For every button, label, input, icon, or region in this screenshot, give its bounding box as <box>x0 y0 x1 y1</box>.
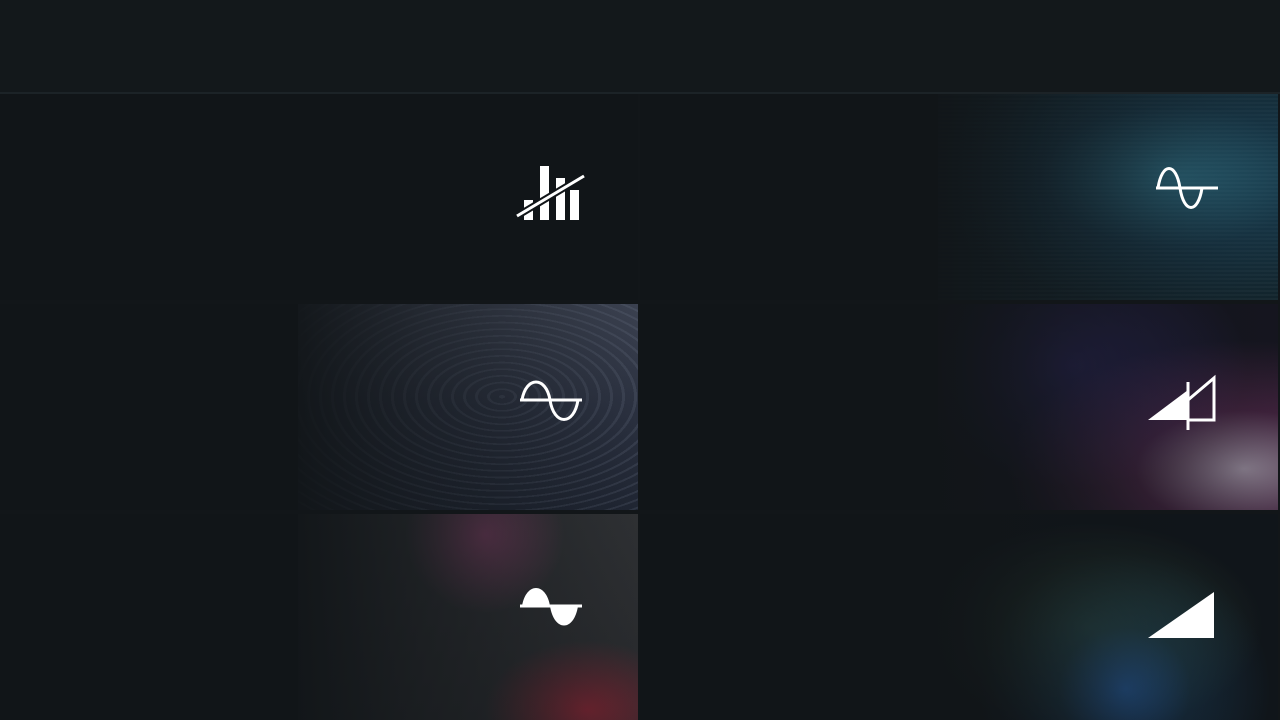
effect-tile-4[interactable] <box>640 304 1278 510</box>
effect-tile-2[interactable] <box>640 94 1278 300</box>
sine-wave-icon <box>520 380 582 421</box>
ramp-triangle-icon <box>1148 592 1214 638</box>
top-header-bar <box>0 0 1280 94</box>
effect-tile-6[interactable] <box>640 514 1278 720</box>
effect-tile-1[interactable] <box>0 94 638 300</box>
wave-single-bump-icon <box>1156 167 1218 209</box>
gate-ramp-icon <box>1148 374 1216 430</box>
eq-bars-off-icon <box>515 166 586 220</box>
filled-sine-icon <box>520 588 582 626</box>
effect-tile-5[interactable] <box>0 514 638 720</box>
effects-grid <box>0 94 1280 720</box>
effect-tile-3[interactable] <box>0 304 638 510</box>
